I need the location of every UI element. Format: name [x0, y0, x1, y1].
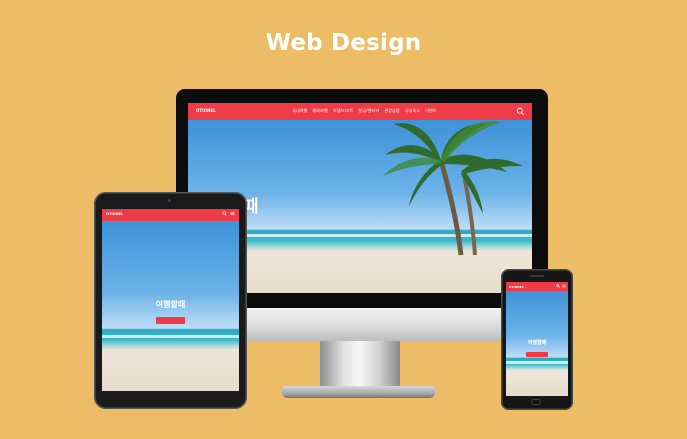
phone-hero-image: 여행할때 — [506, 291, 568, 396]
phone-nav-icons — [556, 284, 566, 288]
tablet-device: OTIONEL 여행할때 — [94, 192, 247, 409]
home-button[interactable] — [531, 399, 541, 405]
search-icon[interactable] — [222, 211, 227, 216]
phone-navbar: OTIONEL — [506, 282, 568, 291]
tablet-cta-button[interactable] — [156, 317, 185, 324]
hamburger-menu-icon[interactable] — [562, 284, 566, 288]
phone-logo[interactable]: OTIONEL — [509, 285, 524, 289]
speaker-icon — [530, 275, 544, 277]
wave-line — [102, 334, 239, 338]
tablet-logo[interactable]: OTIONEL — [106, 212, 123, 216]
phone-device: OTIONEL 여행할때 — [501, 269, 573, 410]
tablet-navbar: OTIONEL — [102, 209, 239, 221]
tablet-hero-title: 여행할때 — [155, 300, 186, 309]
monitor-base — [282, 386, 435, 398]
page-title: Web Design — [265, 30, 422, 56]
nav-item[interactable]: 국내여행 — [292, 108, 307, 114]
nav-item[interactable]: 이벤트 — [425, 108, 437, 114]
tablet-nav-icons — [222, 211, 235, 216]
nav-item[interactable]: 관광상품 — [384, 108, 399, 114]
desktop-navbar: OTIONEL 국내여행 해외여행 호텔/리조트 항공/렌터카 관광상품 국내숙… — [188, 103, 532, 120]
phone-cta-button[interactable] — [526, 352, 548, 357]
wave-line — [506, 361, 568, 365]
nav-item[interactable]: 항공/렌터카 — [359, 108, 380, 114]
phone-screen: OTIONEL 여행할때 — [506, 282, 568, 396]
phone-hero-title: 여행할때 — [527, 340, 547, 346]
monitor-stand — [320, 341, 400, 391]
search-icon[interactable] — [516, 107, 525, 116]
search-icon[interactable] — [556, 284, 560, 288]
camera-icon — [168, 199, 171, 202]
palm-tree-image — [383, 121, 523, 256]
nav-item[interactable]: 국내숙소 — [405, 108, 420, 114]
tablet-screen: OTIONEL 여행할때 — [102, 209, 239, 391]
nav-item[interactable]: 호텔/리조트 — [333, 108, 354, 114]
desktop-nav-menu: 국내여행 해외여행 호텔/리조트 항공/렌터카 관광상품 국내숙소 이벤트 — [292, 108, 437, 114]
nav-item[interactable]: 해외여행 — [312, 108, 327, 114]
desktop-logo[interactable]: OTIONEL — [196, 108, 216, 113]
tablet-hero-image: 여행할때 — [102, 221, 239, 391]
hamburger-menu-icon[interactable] — [230, 211, 235, 216]
monitor-chin — [246, 308, 501, 341]
